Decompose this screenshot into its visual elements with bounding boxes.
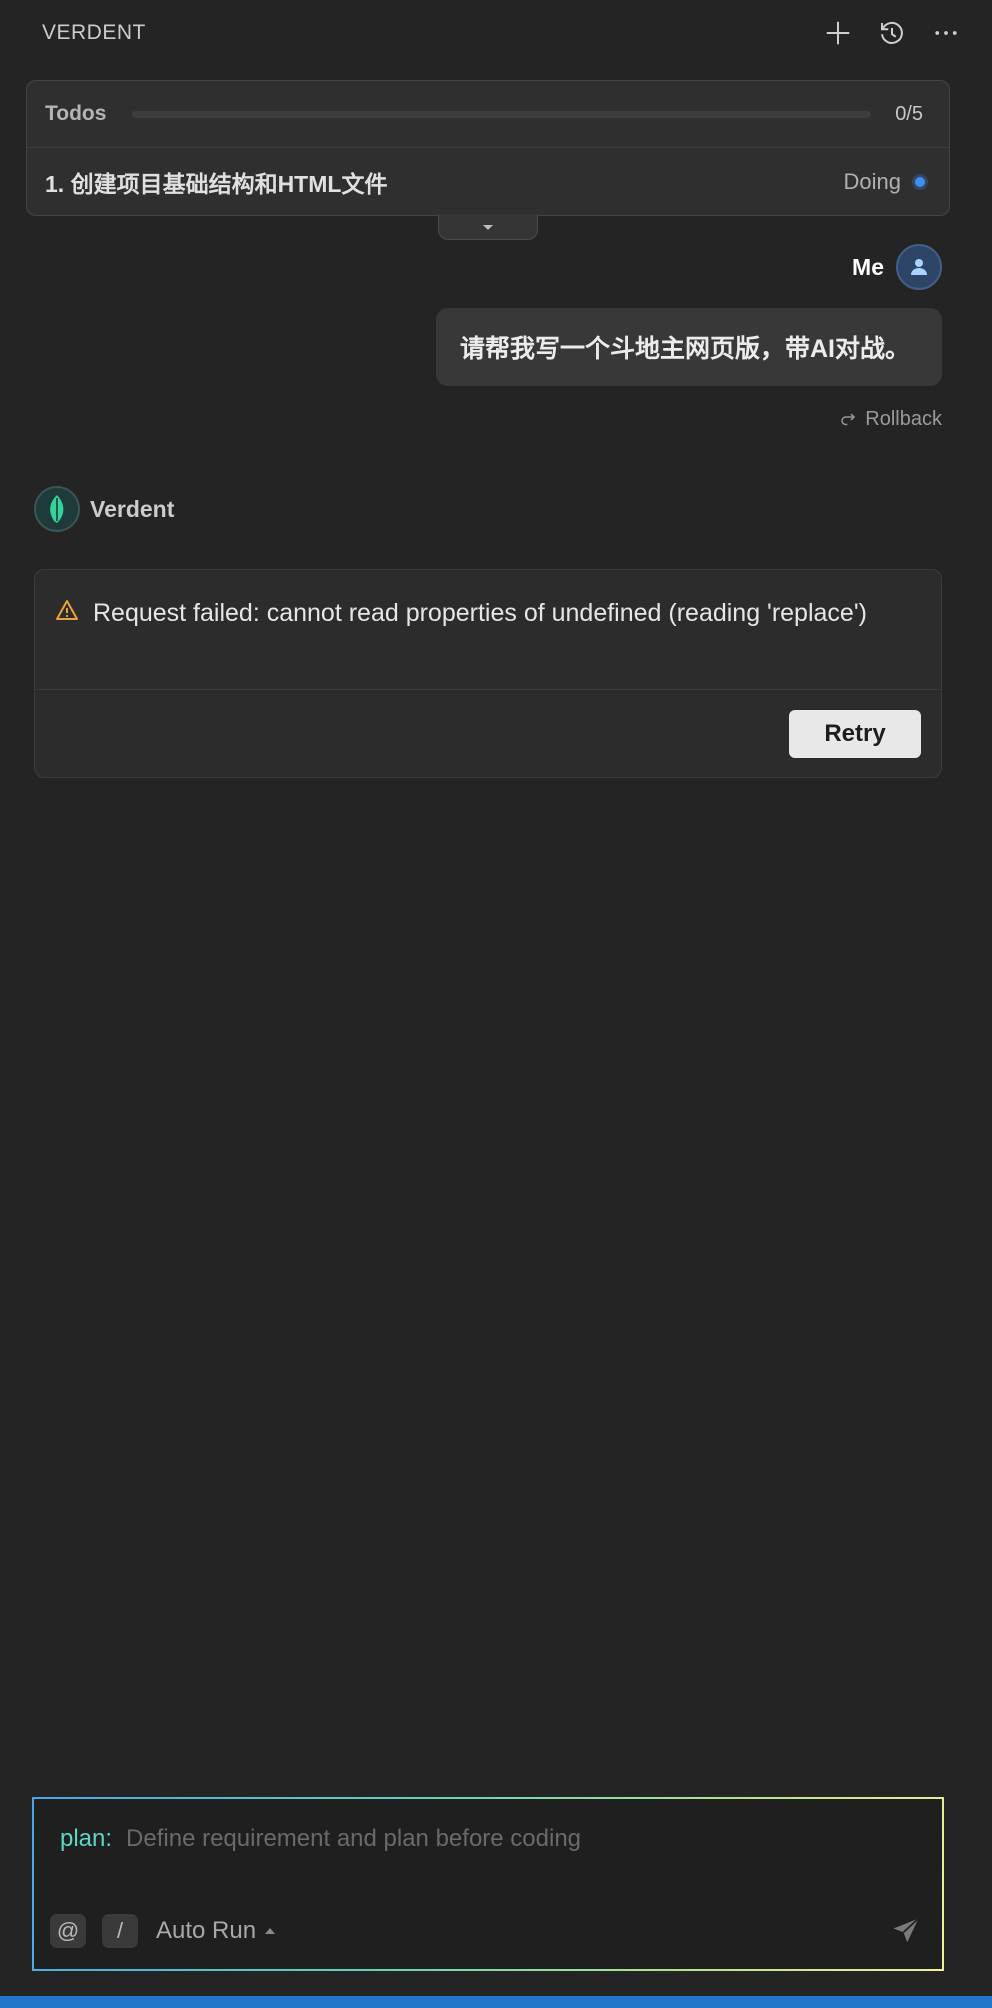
composer-inner: plan: Define requirement and plan before…	[34, 1799, 942, 1969]
todos-progress-bar	[132, 110, 872, 118]
todo-item[interactable]: 1. 创建项目基础结构和HTML文件 Doing	[27, 148, 949, 216]
send-icon	[893, 1917, 920, 1943]
header-actions	[820, 15, 964, 51]
history-icon	[881, 22, 903, 44]
command-button[interactable]: /	[102, 1914, 138, 1948]
send-button[interactable]	[886, 1911, 926, 1951]
todo-item-text: 1. 创建项目基础结构和HTML文件	[45, 171, 388, 197]
person-icon	[911, 259, 927, 275]
leaf-logo-icon	[50, 495, 64, 523]
panel-header: VERDENT	[0, 0, 992, 66]
status-bar	[0, 1996, 992, 2008]
prompt-placeholder: Define requirement and plan before codin…	[126, 1825, 582, 1852]
panel-title: VERDENT	[42, 21, 146, 44]
run-mode-label: Auto Run	[156, 1917, 257, 1944]
rollback-icon	[841, 412, 856, 425]
composer-toolbar: @ / Auto Run	[50, 1911, 926, 1951]
doing-dot-icon	[915, 177, 925, 187]
warning-icon	[56, 600, 78, 620]
more-button[interactable]	[928, 15, 964, 51]
verdent-panel: VERDENT Todos 0/5 1. 创建项目基础结构和HTML文件 Doi…	[0, 0, 992, 2008]
retry-button[interactable]: Retry	[789, 710, 921, 758]
error-actions: Retry	[35, 690, 941, 778]
todos-count: 0/5	[895, 102, 923, 125]
new-chat-button[interactable]	[820, 15, 856, 51]
todos-header[interactable]: Todos 0/5	[27, 81, 949, 148]
agent-name: Verdent	[90, 495, 175, 522]
collapse-todos-button[interactable]	[438, 214, 538, 240]
user-name: Me	[852, 253, 884, 280]
todo-status-label: Doing	[843, 169, 901, 194]
verdent-avatar	[34, 486, 80, 532]
error-card: Request failed: cannot read properties o…	[34, 569, 942, 778]
todos-panel: Todos 0/5 1. 创建项目基础结构和HTML文件 Doing	[26, 80, 950, 216]
mode-prefix: plan:	[60, 1825, 113, 1852]
composer[interactable]: plan: Define requirement and plan before…	[32, 1797, 944, 1971]
mention-button[interactable]: @	[50, 1914, 86, 1948]
user-avatar	[896, 244, 942, 290]
plus-icon	[826, 21, 850, 45]
todo-status: Doing	[844, 169, 925, 195]
prompt-input[interactable]: plan: Define requirement and plan before…	[60, 1825, 581, 1853]
chevron-down-icon	[483, 224, 493, 230]
todos-label: Todos	[45, 102, 107, 125]
history-button[interactable]	[874, 15, 910, 51]
error-body: Request failed: cannot read properties o…	[35, 570, 941, 690]
caret-up-icon	[265, 1928, 276, 1934]
user-message-header: Me	[852, 244, 942, 290]
run-mode-selector[interactable]: Auto Run	[156, 1917, 276, 1945]
agent-message-header: Verdent	[34, 486, 174, 532]
rollback-button[interactable]: Rollback	[839, 408, 942, 431]
rollback-label: Rollback	[865, 408, 942, 430]
user-message-bubble: 请帮我写一个斗地主网页版，带AI对战。	[436, 308, 942, 386]
more-icon	[935, 31, 957, 35]
error-message: Request failed: cannot read properties o…	[93, 599, 867, 627]
